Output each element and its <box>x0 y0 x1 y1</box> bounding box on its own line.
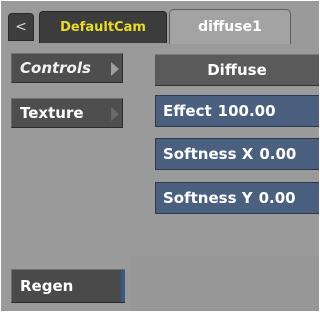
sidebar-item-texture[interactable]: Texture <box>11 98 123 128</box>
sidebar-item-label: Controls <box>20 59 91 77</box>
field-value: 0.00 <box>259 145 297 163</box>
softness-x-field[interactable]: Softness X 0.00 <box>155 138 319 170</box>
sidebar-item-controls[interactable]: Controls <box>11 53 123 83</box>
field-label: Softness X <box>163 145 254 163</box>
regen-button[interactable]: Regen <box>11 269 125 303</box>
chevron-right-icon <box>111 107 119 121</box>
tab-diffuse1-label: diffuse1 <box>198 19 262 35</box>
diffuse-header-label: Diffuse <box>207 61 267 79</box>
chevron-left-icon: < <box>15 19 27 35</box>
chevron-right-icon <box>111 62 119 76</box>
tab-defaultcam-label: DefaultCam <box>60 20 146 35</box>
back-button[interactable]: < <box>8 13 34 41</box>
field-value: 100.00 <box>217 102 276 120</box>
field-value: 0.00 <box>258 189 296 207</box>
empty-area <box>131 256 319 311</box>
diffuse-panel: < DefaultCam diffuse1 Controls Texture D… <box>1 1 319 311</box>
tab-diffuse1[interactable]: diffuse1 <box>169 9 291 44</box>
diffuse-header-button[interactable]: Diffuse <box>155 54 319 86</box>
effect-field[interactable]: Effect 100.00 <box>155 95 319 127</box>
sidebar-item-label: Texture <box>20 104 84 122</box>
tab-bar: < DefaultCam diffuse1 <box>1 1 319 44</box>
tab-defaultcam[interactable]: DefaultCam <box>39 11 167 43</box>
softness-y-field[interactable]: Softness Y 0.00 <box>155 182 319 214</box>
field-label: Effect <box>163 102 212 120</box>
regen-accent-bar <box>121 270 125 302</box>
regen-label: Regen <box>20 277 74 295</box>
field-label: Softness Y <box>163 189 253 207</box>
